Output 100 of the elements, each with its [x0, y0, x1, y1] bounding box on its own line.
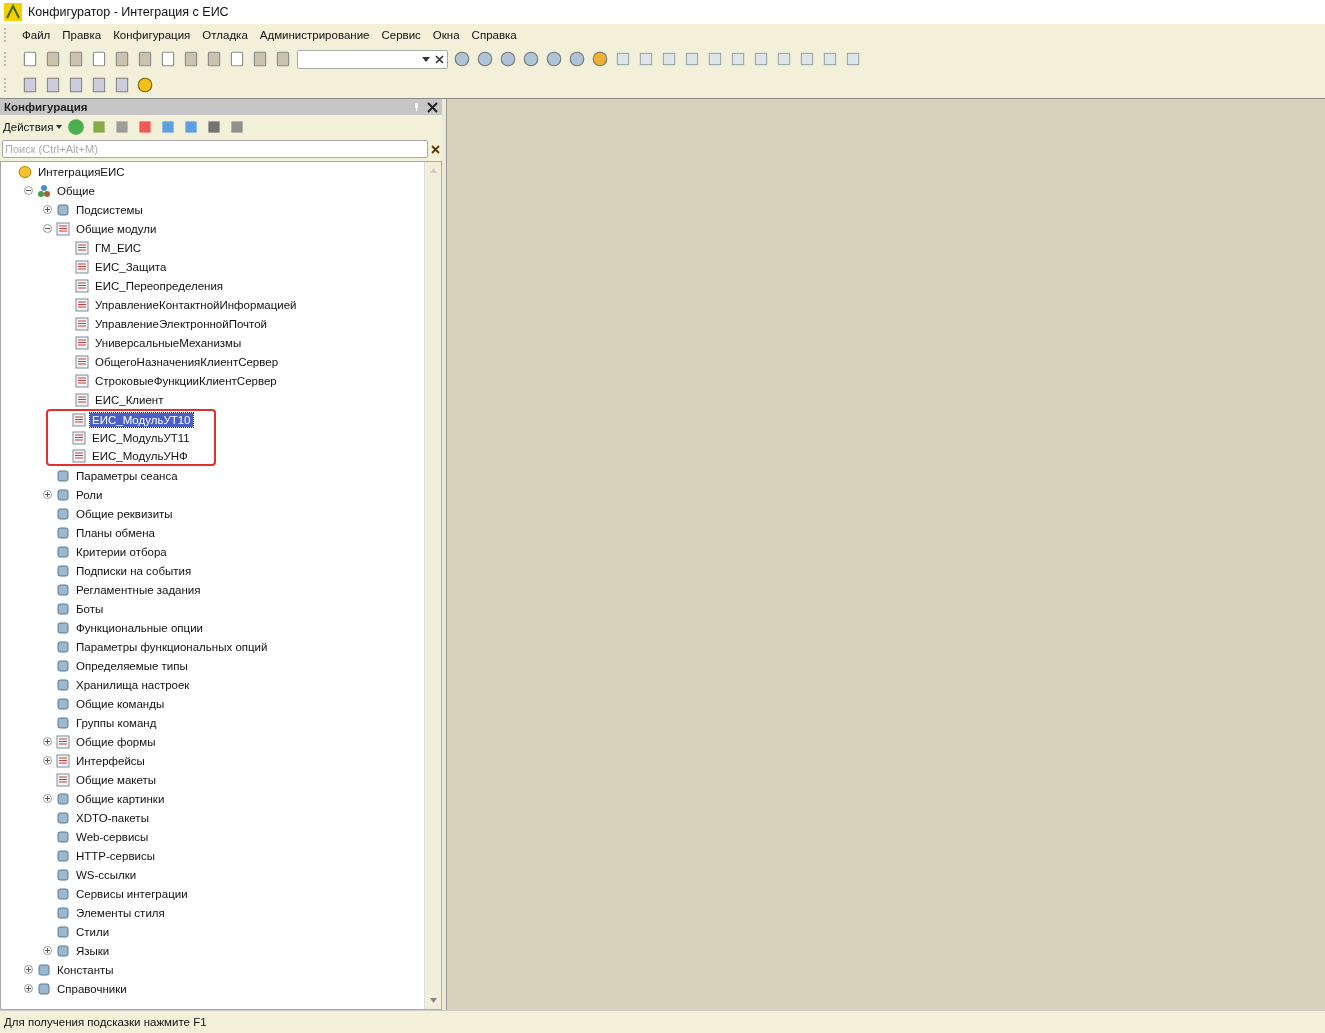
object-icon: [56, 563, 70, 578]
object-icon: [37, 981, 51, 996]
menu-item[interactable]: Окна: [426, 29, 466, 41]
module-icon: [75, 392, 89, 407]
collapse-icon[interactable]: [43, 224, 52, 233]
tree-item[interactable]: Планы обмена: [74, 525, 157, 540]
object-icon: [56, 696, 70, 711]
config-root-icon: [18, 164, 32, 179]
tree-item[interactable]: ЕИС_МодульУТ10: [90, 412, 193, 427]
module-icon: [72, 412, 86, 427]
tree-item[interactable]: Боты: [74, 601, 106, 616]
expand-icon[interactable]: [43, 490, 52, 499]
tree-item[interactable]: Стили: [74, 924, 112, 939]
module-icon: [75, 278, 89, 293]
object-icon: [56, 886, 70, 901]
tree-item[interactable]: Общие команды: [74, 696, 167, 711]
tree-item[interactable]: УниверсальныеМеханизмы: [93, 335, 244, 350]
tree-item[interactable]: Хранилища настроек: [74, 677, 192, 692]
tree-item[interactable]: Сервисы интеграции: [74, 886, 190, 901]
menu-item[interactable]: Администрирование: [253, 29, 376, 41]
object-icon: [56, 202, 70, 217]
expand-icon[interactable]: [43, 946, 52, 955]
caret-icon: [56, 125, 63, 129]
tree-item[interactable]: Подписки на события: [74, 563, 194, 578]
menu-item[interactable]: Файл: [16, 29, 57, 41]
close-icon[interactable]: [427, 101, 438, 113]
tree-item[interactable]: Константы: [55, 962, 116, 977]
actions-menu[interactable]: Действия: [3, 121, 63, 133]
tree-item[interactable]: ЕИС_Клиент: [93, 392, 166, 407]
menu-item[interactable]: Конфигурация: [107, 29, 197, 41]
expand-icon[interactable]: [43, 756, 52, 765]
menu-item[interactable]: Сервис: [375, 29, 427, 41]
tree-item[interactable]: Общие картинки: [74, 791, 167, 806]
object-icon: [56, 582, 70, 597]
tree-item[interactable]: Параметры сеанса: [74, 468, 180, 483]
expand-icon[interactable]: [24, 965, 33, 974]
tree-item[interactable]: Языки: [74, 943, 112, 958]
app-logo-icon: [4, 3, 22, 21]
module-icon: [75, 297, 89, 312]
module-icon: [56, 772, 70, 787]
tree-item[interactable]: Регламентные задания: [74, 582, 203, 597]
tree-item[interactable]: Элементы стиля: [74, 905, 167, 920]
tree-item[interactable]: Функциональные опции: [74, 620, 205, 635]
module-icon: [75, 240, 89, 255]
pin-icon[interactable]: [414, 103, 419, 111]
new-document-icon[interactable]: [21, 50, 39, 68]
tree-item[interactable]: Группы команд: [74, 715, 159, 730]
object-icon: [56, 544, 70, 559]
menu-item[interactable]: Отладка: [196, 29, 254, 41]
object-icon: [56, 639, 70, 654]
module-icon: [75, 335, 89, 350]
tree-item[interactable]: ЕИС_МодульУТ11: [90, 430, 192, 445]
shapes-icon: [37, 183, 51, 198]
dropdown-icon[interactable]: [422, 56, 430, 62]
tree-item[interactable]: ОбщегоНазначенияКлиентСервер: [93, 354, 281, 369]
tree-item[interactable]: ЕИС_Переопределения: [93, 278, 226, 293]
tree-item[interactable]: XDTO-пакеты: [74, 810, 151, 825]
tree-item[interactable]: Справочники: [55, 981, 129, 996]
module-icon: [72, 430, 86, 445]
tree-item[interactable]: СтроковыеФункцииКлиентСервер: [93, 373, 279, 388]
tree-item[interactable]: Роли: [74, 487, 105, 502]
tree-item[interactable]: Общие формы: [74, 734, 158, 749]
expand-icon[interactable]: [43, 205, 52, 214]
tree-item[interactable]: Общие макеты: [74, 772, 159, 787]
tree-item[interactable]: Общие модули: [74, 221, 159, 236]
tree-item[interactable]: Общие: [55, 183, 97, 198]
tree-item[interactable]: ИнтеграцияЕИС: [36, 164, 127, 179]
collapse-icon[interactable]: [24, 186, 33, 195]
search-input[interactable]: Поиск (Ctrl+Alt+M): [2, 140, 428, 158]
object-icon: [56, 468, 70, 483]
object-icon: [56, 791, 70, 806]
search-field[interactable]: [297, 49, 448, 69]
expand-icon[interactable]: [43, 737, 52, 746]
tree-item[interactable]: УправлениеКонтактнойИнформацией: [93, 297, 299, 312]
module-icon: [75, 354, 89, 369]
menu-item[interactable]: Правка: [56, 29, 108, 41]
tree-item[interactable]: Интерфейсы: [74, 753, 147, 768]
tree-item[interactable]: Общие реквизиты: [74, 506, 175, 521]
menu-item[interactable]: Справка: [465, 29, 523, 41]
window-title: Конфигуратор - Интеграция с ЕИС: [28, 5, 229, 19]
object-icon: [56, 487, 70, 502]
clear-icon[interactable]: [431, 144, 440, 154]
expand-icon[interactable]: [43, 794, 52, 803]
tree-item[interactable]: Определяемые типы: [74, 658, 190, 673]
tree-item[interactable]: ЕИС_Защита: [93, 259, 169, 274]
tree-item[interactable]: Критерии отбора: [74, 544, 169, 559]
tree-item[interactable]: HTTP-сервисы: [74, 848, 157, 863]
tree-item[interactable]: Параметры функциональных опций: [74, 639, 270, 654]
close-icon[interactable]: [435, 54, 444, 64]
tree-item[interactable]: ГМ_ЕИС: [93, 240, 144, 255]
module-icon: [75, 373, 89, 388]
tree-item[interactable]: WS-ссылки: [74, 867, 139, 882]
tree-item[interactable]: УправлениеЭлектроннойПочтой: [93, 316, 270, 331]
tree-item[interactable]: Подсистемы: [74, 202, 145, 217]
object-icon: [56, 715, 70, 730]
expand-icon[interactable]: [24, 984, 33, 993]
scrollbar[interactable]: [424, 162, 441, 1009]
tree-item[interactable]: Web-сервисы: [74, 829, 151, 844]
scroll-down-icon[interactable]: [429, 998, 437, 1003]
object-icon: [56, 867, 70, 882]
